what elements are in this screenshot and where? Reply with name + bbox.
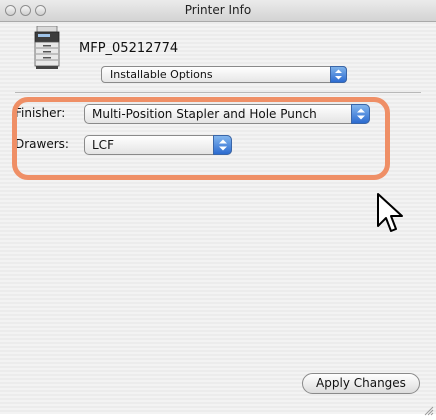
mouse-pointer-icon bbox=[376, 192, 404, 236]
apply-changes-button[interactable]: Apply Changes bbox=[302, 373, 420, 394]
printer-info-window: Printer Info MFP_05212774 Installable Op… bbox=[0, 0, 436, 416]
printer-name: MFP_05212774 bbox=[79, 41, 179, 56]
separator bbox=[15, 92, 421, 93]
resize-grip-icon[interactable] bbox=[423, 401, 434, 416]
window-content: MFP_05212774 Installable Options Finishe… bbox=[0, 22, 436, 416]
section-popup-value: Installable Options bbox=[110, 68, 213, 81]
section-popup[interactable]: Installable Options bbox=[101, 66, 347, 83]
title-bar[interactable]: Printer Info bbox=[0, 0, 436, 22]
popup-arrows-icon bbox=[330, 66, 347, 83]
window-title: Printer Info bbox=[184, 3, 252, 17]
highlight-outline bbox=[12, 97, 390, 180]
printer-copier-icon bbox=[34, 25, 60, 70]
